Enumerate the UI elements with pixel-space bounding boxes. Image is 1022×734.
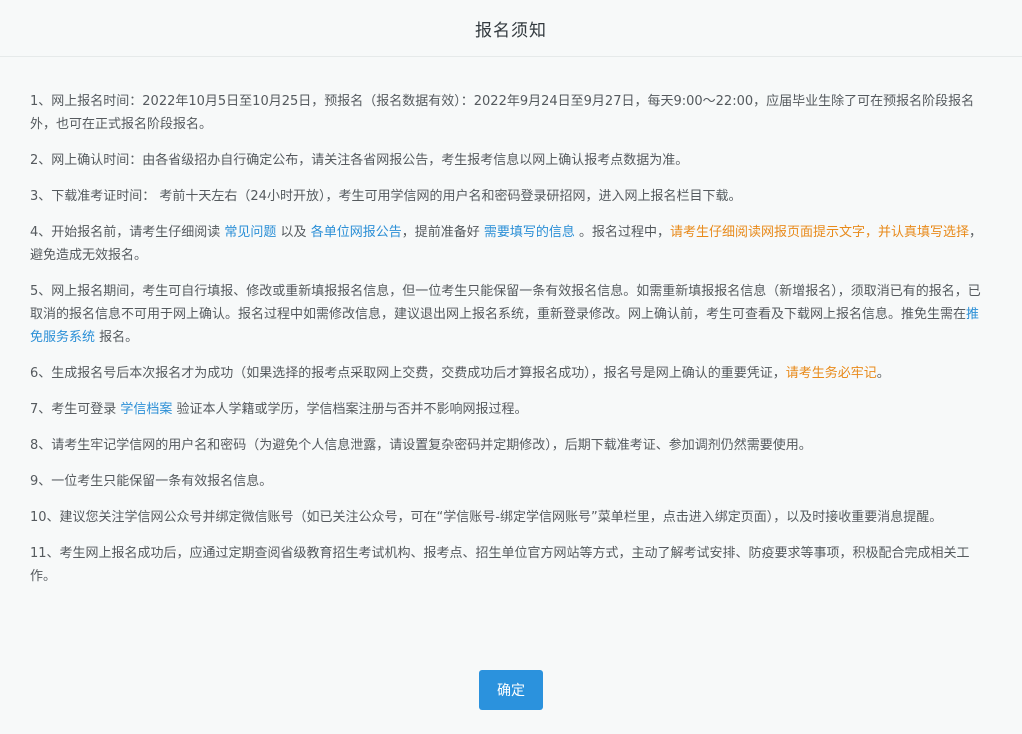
- notice-item-7-text-2: 验证本人学籍或学历，学信档案注册与否并不影响网报过程。: [172, 402, 528, 417]
- notice-item-5-text-2: 报名。: [95, 330, 139, 345]
- notice-item-5-text-1: 5、网上报名期间，考生可自行填报、修改或重新填报报名信息，但一位考生只能保留一条…: [30, 284, 981, 322]
- confirm-button[interactable]: 确定: [479, 670, 543, 710]
- notice-item-7: 7、考生可登录 学信档案 验证本人学籍或学历，学信档案注册与否并不影响网报过程。: [30, 398, 992, 421]
- notice-item-7-text-1: 7、考生可登录: [30, 402, 121, 417]
- xuexin-archive-link[interactable]: 学信档案: [120, 402, 172, 417]
- notice-item-10: 10、建议您关注学信网公众号并绑定微信账号（如已关注公众号，可在“学信账号-绑定…: [30, 510, 943, 525]
- dialog-title: 报名须知: [475, 20, 547, 41]
- notice-item-4-text-2: 以及: [276, 225, 311, 240]
- dialog-footer: 确定: [0, 670, 1022, 710]
- notice-item-2: 2、网上确认时间：由各省级招办自行确定公布，请关注各省网报公告，考生报考信息以网…: [30, 153, 689, 168]
- notice-item-4-text-4: 。报名过程中，: [574, 225, 670, 240]
- notice-item-5: 5、网上报名期间，考生可自行填报、修改或重新填报报名信息，但一位考生只能保留一条…: [30, 280, 992, 349]
- notice-item-4-text-1: 4、开始报名前，请考生仔细阅读: [30, 225, 225, 240]
- notice-item-4: 4、开始报名前，请考生仔细阅读 常见问题 以及 各单位网报公告，提前准备好 需要…: [30, 221, 992, 267]
- notice-item-4-text-3: ，提前准备好: [401, 225, 484, 240]
- unit-announcement-link[interactable]: 各单位网报公告: [311, 225, 402, 240]
- notice-item-9: 9、一位考生只能保留一条有效报名信息。: [30, 474, 273, 489]
- notice-item-4-warning: 请考生仔细阅读网报页面提示文字，并认真填写选择: [670, 225, 970, 240]
- notice-dialog: 报名须知 1、网上报名时间：2022年10月5日至10月25日，预报名（报名数据…: [0, 0, 1022, 734]
- notice-item-8: 8、请考生牢记学信网的用户名和密码（为避免个人信息泄露，请设置复杂密码并定期修改…: [30, 438, 812, 453]
- notice-item-6-text-1: 6、生成报名号后本次报名才为成功（如果选择的报考点采取网上交费，交费成功后才算报…: [30, 366, 786, 381]
- notice-item-11: 11、考生网上报名成功后，应通过定期查阅省级教育招生考试机构、报考点、招生单位官…: [30, 546, 970, 584]
- notice-item-6-warning: 请考生务必牢记: [785, 366, 877, 381]
- notice-item-3: 3、下载准考证时间： 考前十天左右（24小时开放），考生可用学信网的用户名和密码…: [30, 189, 742, 204]
- faq-link[interactable]: 常见问题: [224, 225, 276, 240]
- notice-item-1: 1、网上报名时间：2022年10月5日至10月25日，预报名（报名数据有效）：2…: [30, 94, 975, 132]
- notice-item-6: 6、生成报名号后本次报名才为成功（如果选择的报考点采取网上交费，交费成功后才算报…: [30, 362, 992, 385]
- dialog-header: 报名须知: [0, 0, 1022, 57]
- notice-body: 1、网上报名时间：2022年10月5日至10月25日，预报名（报名数据有效）：2…: [0, 57, 1022, 588]
- notice-item-6-text-2: 。: [876, 366, 890, 381]
- required-info-link[interactable]: 需要填写的信息: [484, 225, 575, 240]
